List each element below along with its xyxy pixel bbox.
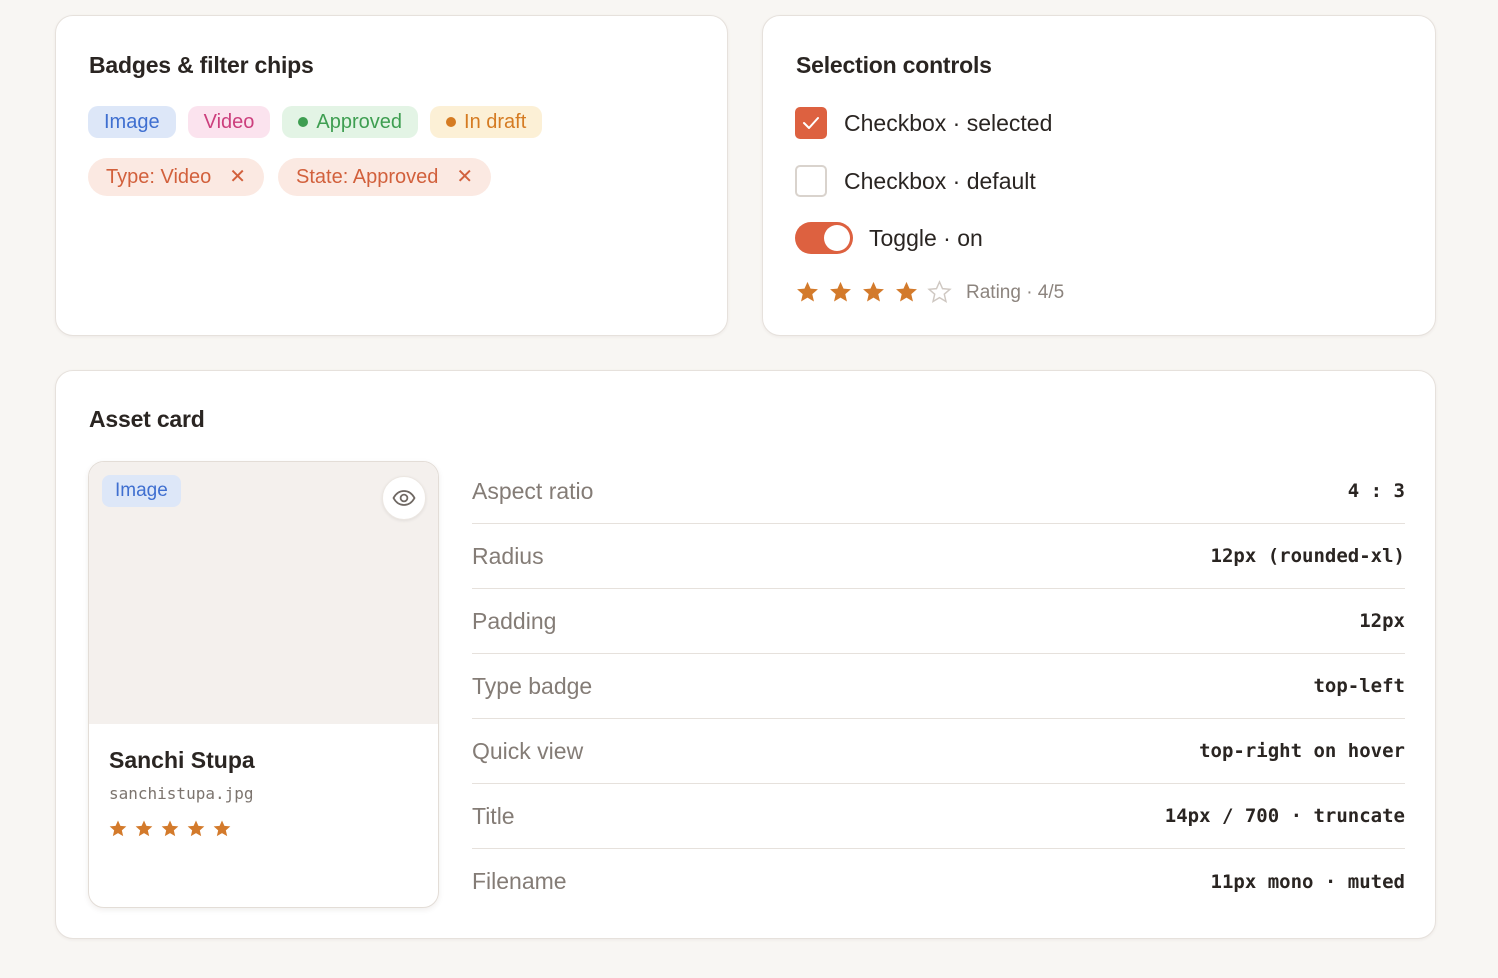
checkbox-default[interactable] — [795, 165, 827, 197]
asset-card-section: Asset card Image Sanchi Stupa sanchistup… — [55, 370, 1436, 939]
badge-approved: Approved — [282, 106, 419, 138]
spec-value: 12px — [1359, 610, 1405, 632]
spec-row: Aspect ratio 4 : 3 — [472, 459, 1405, 524]
filter-chip-label: Type: Video — [106, 165, 212, 188]
spec-key: Title — [472, 802, 515, 829]
eye-icon — [392, 490, 416, 506]
spec-row: Quick view top-right on hover — [472, 719, 1405, 784]
asset-filename: sanchistupa.jpg — [109, 784, 254, 803]
checkbox-selected-label: Checkbox · selected — [844, 109, 1053, 136]
spec-row: Radius 12px (rounded-xl) — [472, 524, 1405, 589]
spec-value: top-right on hover — [1199, 740, 1405, 762]
checkbox-default-label: Checkbox · default — [844, 167, 1036, 194]
selection-card: Selection controls Checkbox · selected C… — [762, 15, 1436, 336]
badge-label: Approved — [316, 110, 403, 133]
rating-row: Rating · 4/5 — [795, 280, 1064, 305]
toggle-row[interactable]: Toggle · on — [795, 222, 983, 254]
badge-image: Image — [88, 106, 176, 138]
badges-card-title: Badges & filter chips — [89, 52, 314, 78]
spec-key: Aspect ratio — [472, 477, 594, 504]
badge-in-draft: In draft — [430, 106, 543, 138]
checkbox-default-row[interactable]: Checkbox · default — [795, 165, 1036, 197]
spec-row: Type badge top-left — [472, 654, 1405, 719]
spec-key: Padding — [472, 607, 557, 634]
rating-label: Rating · 4/5 — [966, 281, 1065, 303]
toggle-label: Toggle · on — [869, 224, 983, 251]
spec-value: top-left — [1313, 675, 1405, 697]
asset-card-title: Asset card — [89, 406, 205, 432]
star-filled-icon — [109, 820, 127, 837]
badge-video: Video — [187, 106, 271, 138]
filter-chip[interactable]: Type: Video ✕ — [88, 158, 265, 196]
spec-key: Quick view — [472, 737, 584, 764]
spec-value: 12px (rounded-xl) — [1210, 545, 1405, 567]
type-badge: Image — [102, 475, 181, 507]
checkbox-selected[interactable] — [795, 107, 827, 139]
checkbox-selected-row[interactable]: Checkbox · selected — [795, 107, 1052, 139]
spec-row: Filename 11px mono · muted — [472, 849, 1405, 914]
toggle-switch[interactable] — [795, 222, 853, 254]
spec-value: 4 : 3 — [1347, 480, 1405, 502]
star-filled-icon — [830, 281, 851, 302]
asset-preview-card[interactable]: Image Sanchi Stupa sanchistupa.jpg — [88, 461, 439, 908]
star-filled-icon — [896, 281, 917, 302]
filter-chip[interactable]: State: Approved ✕ — [278, 158, 492, 196]
spec-row: Padding 12px — [472, 589, 1405, 654]
spec-key: Filename — [472, 868, 567, 894]
badge-label: In draft — [464, 110, 527, 133]
badge-label: Image — [104, 110, 160, 133]
close-icon[interactable]: ✕ — [229, 167, 246, 187]
spec-key: Type badge — [472, 672, 593, 699]
badges-card: Badges & filter chips Image Video Approved… — [55, 15, 728, 336]
star-filled-icon — [863, 281, 884, 302]
star-empty-icon — [927, 280, 952, 303]
star-filled-icon — [161, 820, 179, 837]
checkmark-icon — [803, 117, 819, 129]
spec-value: 14px / 700 · truncate — [1164, 805, 1405, 827]
star-filled-icon — [187, 820, 205, 837]
asset-title: Sanchi Stupa — [109, 747, 255, 773]
close-icon[interactable]: ✕ — [456, 167, 473, 187]
spec-row: Title 14px / 700 · truncate — [472, 784, 1405, 849]
asset-rating-stars — [108, 819, 232, 839]
badge-label: Video — [203, 110, 255, 133]
status-dot-icon — [298, 117, 309, 127]
filter-chip-row: Type: Video ✕ State: Approved ✕ — [88, 158, 492, 196]
spec-key: Radius — [472, 542, 544, 569]
status-dot-icon — [446, 117, 457, 127]
quick-view-button[interactable] — [382, 476, 426, 520]
star-filled-icon — [135, 820, 153, 837]
toggle-knob — [824, 225, 850, 251]
spec-table: Aspect ratio 4 : 3 Radius 12px (rounded-xl)… — [472, 459, 1405, 914]
star-filled-icon — [213, 820, 231, 837]
filter-chip-label: State: Approved — [296, 165, 439, 188]
rating-stars[interactable] — [795, 280, 952, 305]
badge-row: Image Video Approved In draft — [88, 106, 543, 138]
spec-value: 11px mono · muted — [1210, 870, 1405, 893]
star-filled-icon — [797, 281, 818, 302]
selection-card-title: Selection controls — [796, 52, 992, 78]
